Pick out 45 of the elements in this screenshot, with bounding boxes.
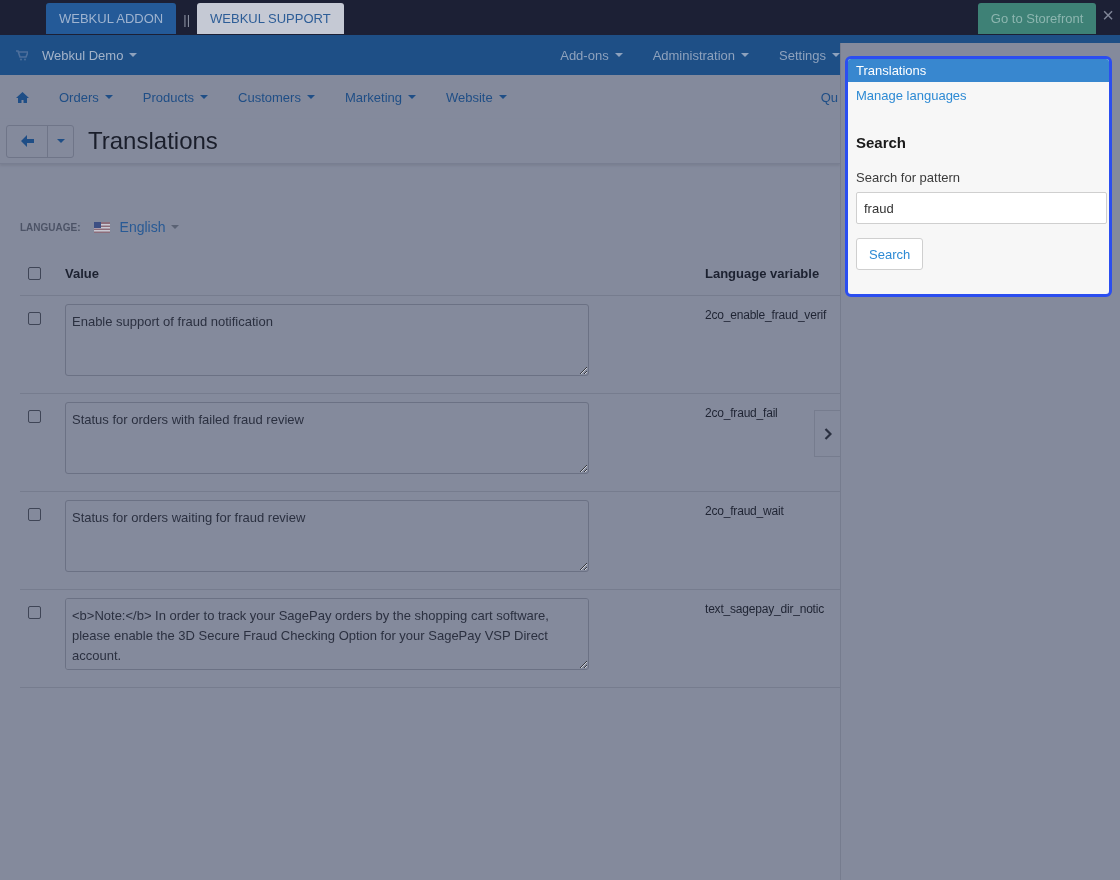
language-variable: 2co_fraud_wait: [705, 504, 784, 518]
home-icon[interactable]: [16, 91, 29, 103]
value-textarea[interactable]: Enable support of fraud notification: [65, 304, 589, 376]
column-header: Language variable: [705, 265, 820, 281]
sidebar-header: Translations: [848, 59, 1109, 82]
nav-menu-item[interactable]: Qu: [820, 89, 838, 105]
back-button-group[interactable]: [6, 124, 74, 158]
search-heading: Search: [856, 134, 908, 151]
value-textarea[interactable]: <b>Note:</b> In order to track your SagePay orders by the shopping cart software, please enable the 3D Secure Fraud Checking Option for your SagePay VSP Direct account.: [65, 598, 589, 670]
header-menu-item[interactable]: Add-ons: [560, 47, 623, 63]
row-checkbox[interactable]: [28, 508, 41, 521]
close-button[interactable]: ×: [1096, 3, 1120, 27]
back-arrow-icon: [20, 135, 34, 147]
row-checkbox[interactable]: [28, 606, 41, 619]
nav-menu-item[interactable]: Website: [446, 89, 507, 105]
top-tab[interactable]: WEBKUL ADDON: [46, 3, 177, 34]
column-header: Value: [65, 265, 100, 281]
flag-icon: [93, 221, 110, 233]
page-title: Translations: [88, 127, 218, 155]
manage-languages-link[interactable]: Manage languages: [856, 88, 967, 103]
search-field[interactable]: fraud: [856, 192, 1107, 224]
select-all-checkbox[interactable]: [28, 266, 41, 280]
language-variable: 2co_enable_fraud_verif: [705, 308, 827, 322]
row-checkbox[interactable]: [28, 312, 41, 325]
separator-text: ||: [182, 11, 192, 27]
nav-menu-item[interactable]: Customers: [238, 89, 315, 105]
sidebar-toggle-button[interactable]: [814, 410, 840, 457]
storefront-button[interactable]: Go to Storefront: [977, 3, 1097, 34]
chevron-right-icon: [823, 427, 832, 440]
language-variable: 2co_fraud_fail: [705, 406, 778, 420]
row-checkbox[interactable]: [28, 410, 41, 423]
nav-menu-item[interactable]: Products: [142, 89, 209, 105]
value-textarea[interactable]: Status for orders waiting for fraud review: [65, 500, 589, 572]
language-label: LANGUAGE:: [20, 221, 81, 233]
header-menu-item[interactable]: Administration: [652, 47, 749, 63]
field-label: Search for pattern: [856, 170, 962, 185]
nav-menu-item[interactable]: Marketing: [344, 89, 416, 105]
cart-icon: [16, 49, 28, 61]
top-tab[interactable]: WEBKUL SUPPORT: [197, 3, 344, 34]
language-dropdown[interactable]: English: [119, 219, 180, 235]
language-variable: text_sagepay_dir_notic: [705, 602, 825, 616]
value-textarea[interactable]: Status for orders with failed fraud review: [65, 402, 589, 474]
nav-menu-item[interactable]: Orders: [59, 89, 113, 105]
store-menu[interactable]: Webkul Demo: [42, 47, 138, 63]
search-button[interactable]: Search: [856, 238, 924, 270]
